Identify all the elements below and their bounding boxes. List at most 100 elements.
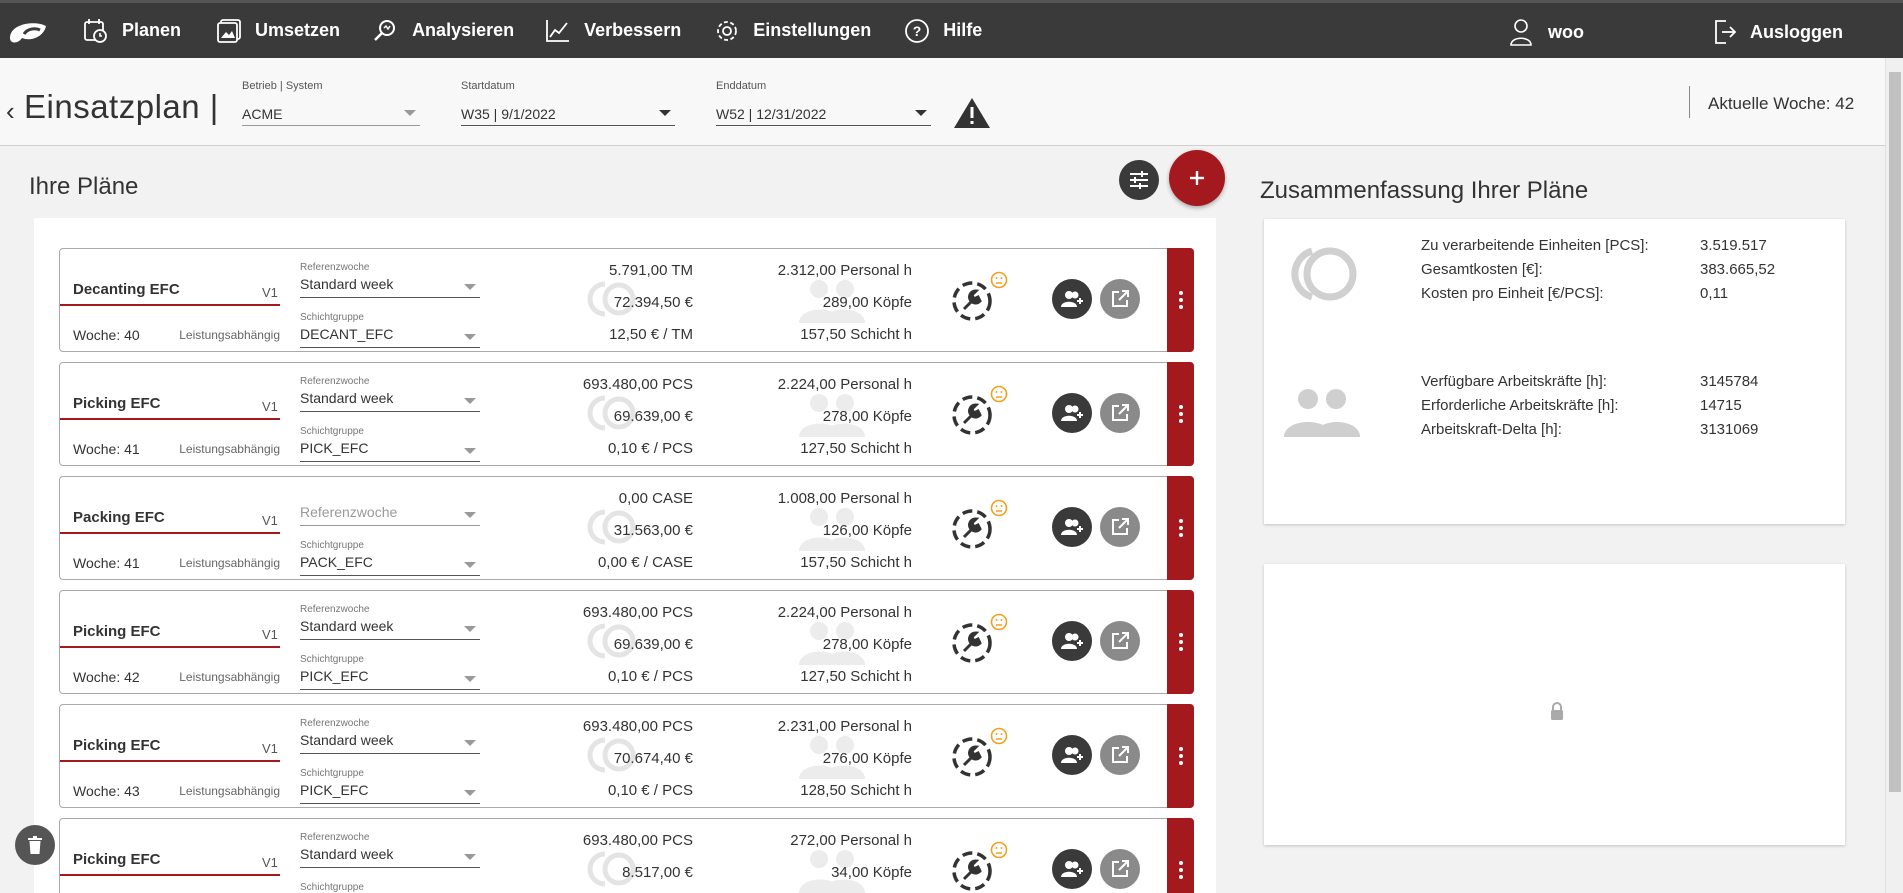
wrench-progress-icon[interactable] <box>950 279 994 323</box>
reference-week-select[interactable]: Standard week <box>300 732 480 754</box>
plan-name[interactable]: Packing EFC <box>73 509 165 526</box>
nav-item-einstellungen[interactable]: Einstellungen <box>713 2 871 60</box>
scrollbar-thumb[interactable] <box>1889 72 1901 792</box>
plan-mode: Leistungsabhängig <box>179 556 280 570</box>
summary-value: 383.665,52 <box>1700 261 1776 278</box>
plan-name[interactable]: Picking EFC <box>73 851 161 868</box>
plan-name[interactable]: Decanting EFC <box>73 281 180 298</box>
plan-heads: 34,00 Köpfe <box>831 864 912 881</box>
plan-card[interactable]: Picking EFC V1 Woche: 41 Leistungsabhängig R… <box>59 362 1194 466</box>
open-plan-button[interactable] <box>1100 735 1140 775</box>
wrench-progress-icon[interactable] <box>950 507 994 551</box>
dot <box>1178 519 1183 523</box>
reference-week-select[interactable]: Standard week <box>300 276 480 298</box>
start-date-field[interactable]: W35 | 9/1/2022 <box>461 102 675 126</box>
summary-value: 0,11 <box>1700 285 1729 302</box>
nav-item-hilfe[interactable]: ? Hilfe <box>903 2 982 60</box>
plan-week: Woche: 40 <box>73 327 140 343</box>
shift-group-select[interactable]: PICK_EFC <box>300 440 480 462</box>
open-plan-button[interactable] <box>1100 393 1140 433</box>
reference-week-select[interactable]: Referenzwoche <box>300 504 480 526</box>
start-date-value: W35 | 9/1/2022 <box>461 106 556 122</box>
wrench-progress-icon[interactable] <box>950 735 994 779</box>
plan-card[interactable]: Picking EFC V1 Woche: 42 Leistungsabhängig R… <box>59 590 1194 694</box>
filter-button[interactable] <box>1119 160 1159 200</box>
wrench-progress-icon[interactable] <box>950 621 994 665</box>
shift-group-select[interactable]: PACK_EFC <box>300 554 480 576</box>
reference-week-value: Standard week <box>300 618 394 634</box>
reference-week-value: Standard week <box>300 846 394 862</box>
assign-staff-button[interactable] <box>1052 621 1092 661</box>
nav-item-umsetzen[interactable]: Umsetzen <box>215 2 340 60</box>
chevron-down-icon <box>915 110 927 116</box>
page-header: ‹ Einsatzplan | Betrieb | System ACME St… <box>0 58 1885 146</box>
plan-card[interactable]: Decanting EFC V1 Woche: 40 Leistungsabhängi… <box>59 248 1194 352</box>
plan-name-underline <box>60 532 280 534</box>
assign-staff-button[interactable] <box>1052 279 1092 319</box>
neutral-face-icon <box>990 499 1008 517</box>
warning-icon[interactable] <box>953 96 991 130</box>
end-date-select[interactable]: Enddatum W52 | 12/31/2022 <box>716 80 931 126</box>
summary-card: Zu verarbeitende Einheiten [PCS]: 3.519.… <box>1264 219 1845 524</box>
nav-item-verbessern[interactable]: Verbessern <box>544 2 681 60</box>
shift-group-select[interactable]: PICK_EFC <box>300 668 480 690</box>
help-circle-icon: ? <box>905 18 930 43</box>
wrench-progress-icon[interactable] <box>950 849 994 893</box>
nav-label: Einstellungen <box>753 20 872 40</box>
delete-button[interactable] <box>15 825 55 865</box>
shift-group-select[interactable]: PICK_EFC <box>300 782 480 804</box>
reference-week-select[interactable]: Standard week <box>300 846 480 868</box>
logout-button[interactable]: Ausloggen <box>1712 3 1843 61</box>
plan-name[interactable]: Picking EFC <box>73 737 161 754</box>
back-chevron-icon[interactable]: ‹ <box>6 96 15 127</box>
plan-mode: Leistungsabhängig <box>179 670 280 684</box>
nav-label: Hilfe <box>943 20 983 40</box>
start-date-select[interactable]: Startdatum W35 | 9/1/2022 <box>461 80 675 126</box>
open-plan-button[interactable] <box>1100 621 1140 661</box>
plan-card[interactable]: Packing EFC V1 Woche: 41 Leistungsabhängig R… <box>59 476 1194 580</box>
plan-more-menu[interactable] <box>1167 590 1194 694</box>
plan-card[interactable]: Picking EFC V1 Referenzwoche Standard week S… <box>59 818 1194 893</box>
add-people-icon <box>1061 861 1083 877</box>
nav-label: Umsetzen <box>255 20 341 40</box>
plan-more-menu[interactable] <box>1167 818 1194 893</box>
plan-mode: Leistungsabhängig <box>179 442 280 456</box>
plan-more-menu[interactable] <box>1167 704 1194 808</box>
nav-item-analysieren[interactable]: Analysieren <box>372 2 514 60</box>
plan-cost: 70.674,40 € <box>613 750 693 767</box>
dot <box>1178 754 1183 758</box>
plan-name[interactable]: Picking EFC <box>73 623 161 640</box>
plan-name[interactable]: Picking EFC <box>73 395 161 412</box>
open-plan-button[interactable] <box>1100 507 1140 547</box>
reference-week-select[interactable]: Standard week <box>300 618 480 640</box>
nav-item-planen[interactable]: Planen <box>82 2 181 60</box>
plan-week: Woche: 41 <box>73 441 140 457</box>
betrieb-select[interactable]: Betrieb | System ACME <box>242 80 420 126</box>
app-logo[interactable] <box>4 16 52 46</box>
wrench-progress-icon[interactable] <box>950 393 994 437</box>
plan-shift-hours: 127,50 Schicht h <box>800 440 912 457</box>
page-scrollbar[interactable] <box>1885 58 1903 893</box>
dot <box>1178 405 1183 409</box>
plan-more-menu[interactable] <box>1167 476 1194 580</box>
betrieb-value-field[interactable]: ACME <box>242 102 420 126</box>
trend-chart-icon <box>546 19 570 42</box>
betrieb-label: Betrieb | System <box>242 80 323 92</box>
calendar-clock-icon <box>84 18 107 43</box>
end-date-field[interactable]: W52 | 12/31/2022 <box>716 102 931 126</box>
plan-card[interactable]: Picking EFC V1 Woche: 43 Leistungsabhängig R… <box>59 704 1194 808</box>
assign-staff-button[interactable] <box>1052 393 1092 433</box>
plan-more-menu[interactable] <box>1167 362 1194 466</box>
assign-staff-button[interactable] <box>1052 849 1092 889</box>
current-week: Aktuelle Woche: 42 <box>1689 86 1854 118</box>
plan-unit-cost: 0,00 € / CASE <box>597 554 693 571</box>
open-plan-button[interactable] <box>1100 849 1140 889</box>
plan-more-menu[interactable] <box>1167 248 1194 352</box>
shift-group-select[interactable]: DECANT_EFC <box>300 326 480 348</box>
add-plan-button[interactable] <box>1169 150 1225 206</box>
assign-staff-button[interactable] <box>1052 507 1092 547</box>
assign-staff-button[interactable] <box>1052 735 1092 775</box>
open-plan-button[interactable] <box>1100 279 1140 319</box>
reference-week-select[interactable]: Standard week <box>300 390 480 412</box>
user-menu[interactable]: woo <box>1508 3 1584 61</box>
